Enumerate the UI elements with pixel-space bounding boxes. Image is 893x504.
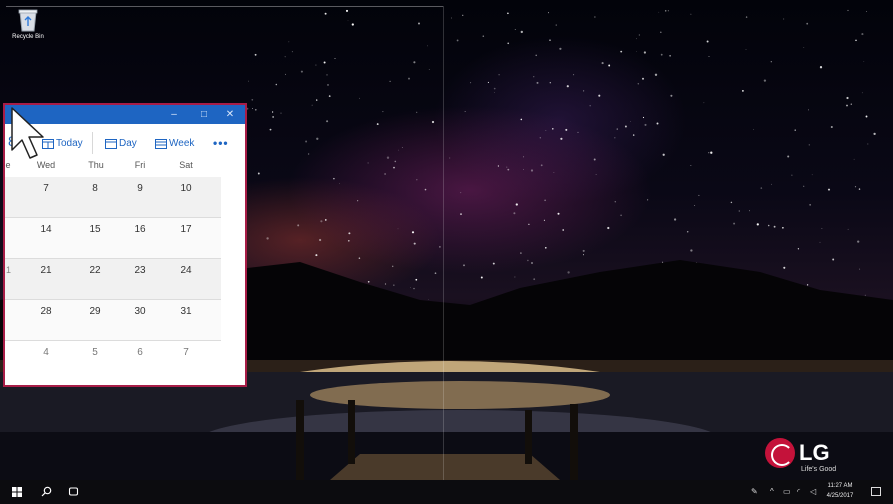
day-view-icon (105, 138, 117, 149)
weekday-fri: Fri (134, 160, 146, 170)
close-button[interactable]: ✕ (219, 105, 241, 124)
volume-icon[interactable]: ◁ (810, 488, 816, 496)
weekday-sat: Sat (179, 160, 193, 170)
weekday-thu: Thu (88, 160, 104, 170)
wifi-icon[interactable]: ◜ (797, 488, 800, 496)
day-cell[interactable]: 31 (166, 306, 206, 317)
day-cell[interactable]: 17 (166, 224, 206, 235)
recycle-bin-label: Recycle Bin (12, 34, 44, 40)
clock-date[interactable]: 4/25/2017 (823, 493, 857, 499)
windows-start-icon[interactable] (12, 487, 22, 497)
recycle-bin-icon (18, 9, 38, 32)
pen-workspace-icon[interactable]: ✎ (751, 488, 758, 496)
day-cell-edge: 1 (6, 265, 12, 275)
snap-outline-top (6, 6, 443, 7)
task-view-icon[interactable] (68, 486, 79, 497)
day-cell[interactable]: 7 (166, 347, 206, 358)
weekday-header: e Wed Thu Fri Sat (5, 160, 245, 174)
day-cell[interactable]: 24 (166, 265, 206, 276)
show-hidden-icons-icon[interactable]: ^ (770, 488, 774, 496)
more-options-icon[interactable]: ••• (213, 136, 229, 150)
day-cell[interactable]: 6 (120, 347, 160, 358)
week-row: 14 15 16 17 (5, 218, 245, 259)
toolbar-separator (92, 132, 93, 154)
day-cell[interactable]: 9 (120, 183, 160, 194)
day-cell[interactable]: 16 (120, 224, 160, 235)
lg-tagline: Life's Good (801, 466, 837, 473)
week-row: 4 5 6 7 (5, 341, 245, 382)
day-cell[interactable]: 29 (75, 306, 115, 317)
day-cell[interactable]: 15 (75, 224, 115, 235)
week-view-button[interactable]: Week (155, 136, 194, 150)
day-view-button[interactable]: Day (105, 136, 137, 150)
day-cell[interactable]: 21 (26, 265, 66, 276)
day-cell[interactable]: 5 (75, 347, 115, 358)
lg-emblem-icon (765, 438, 795, 468)
mouse-cursor-icon (11, 107, 44, 159)
day-cell[interactable]: 7 (26, 183, 66, 194)
week-view-icon (155, 138, 167, 149)
day-cell[interactable]: 4 (26, 347, 66, 358)
day-cell[interactable]: 23 (120, 265, 160, 276)
week-row: 7 8 9 10 (5, 177, 245, 218)
week-label: Week (169, 137, 195, 149)
day-cell[interactable]: 30 (120, 306, 160, 317)
day-cell[interactable]: 8 (75, 183, 115, 194)
today-label: Today (56, 137, 83, 149)
battery-icon[interactable]: ▭ (783, 488, 791, 496)
lg-logo: LG Life's Good (765, 436, 845, 476)
day-cell[interactable]: 28 (26, 306, 66, 317)
maximize-button[interactable]: □ (193, 105, 215, 124)
lg-wordmark: LG (799, 440, 830, 465)
clock-time[interactable]: 11:27 AM (823, 483, 857, 489)
recycle-bin[interactable]: Recycle Bin (8, 8, 48, 40)
minimize-button[interactable]: – (163, 105, 185, 124)
search-icon[interactable] (41, 486, 52, 497)
snap-divider[interactable] (443, 6, 444, 480)
action-center-icon[interactable] (871, 487, 881, 496)
taskbar: ✎ ^ ▭ ◜ ◁ 11:27 AM 4/25/2017 (0, 480, 893, 504)
week-row: 1 21 22 23 24 (5, 259, 245, 300)
week-row: 28 29 30 31 (5, 300, 245, 341)
day-cell[interactable]: 14 (26, 224, 66, 235)
day-cell[interactable]: 22 (75, 265, 115, 276)
day-label: Day (119, 137, 137, 149)
day-cell[interactable]: 10 (166, 183, 206, 194)
